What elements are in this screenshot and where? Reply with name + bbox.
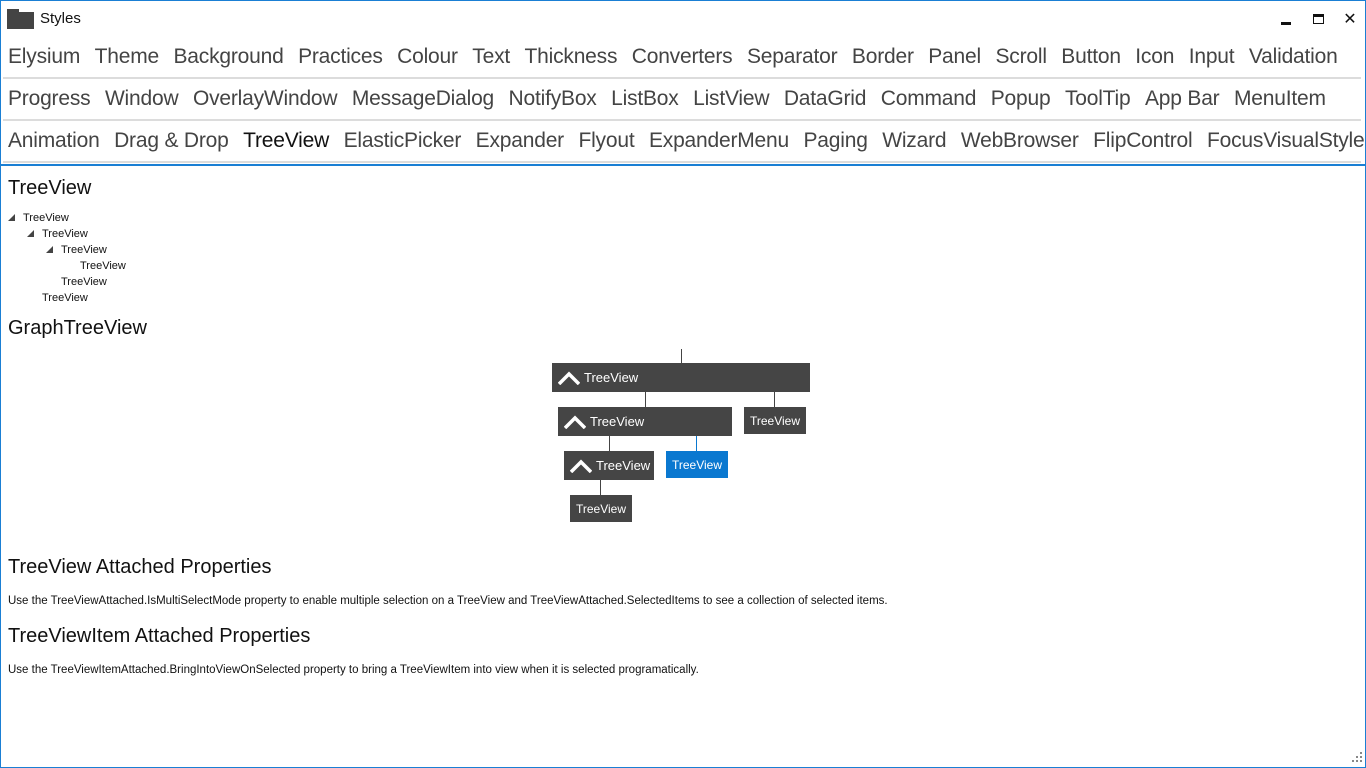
nav-tab-webbrowser[interactable]: WebBrowser xyxy=(961,121,1079,161)
item-attached-properties-text: Use the TreeViewItemAttached.BringIntoVi… xyxy=(8,664,699,676)
nav-tab-input[interactable]: Input xyxy=(1189,37,1235,77)
graph-node-grandchild-a[interactable]: TreeView xyxy=(564,451,654,480)
nav-tab-validation[interactable]: Validation xyxy=(1249,37,1338,77)
nav-tab-overlaywindow[interactable]: OverlayWindow xyxy=(193,79,338,119)
nav-tab-icon[interactable]: Icon xyxy=(1135,37,1174,77)
nav-tab-theme[interactable]: Theme xyxy=(95,37,160,77)
nav-tab-flipcontrol[interactable]: FlipControl xyxy=(1093,121,1193,161)
connector-line xyxy=(609,436,610,451)
close-icon: ✕ xyxy=(1343,11,1357,28)
maximize-button[interactable] xyxy=(1306,7,1330,31)
nav-tab-command[interactable]: Command xyxy=(881,79,977,119)
nav-tab-menuitem[interactable]: MenuItem xyxy=(1234,79,1326,119)
content-area: TreeView TreeView TreeView TreeView TreeVie… xyxy=(1,166,1365,766)
nav-tab-wizard[interactable]: Wizard xyxy=(882,121,946,161)
nav-tab-focusvisualstyle[interactable]: FocusVisualStyle xyxy=(1207,121,1365,161)
nav-tab-scroll[interactable]: Scroll xyxy=(995,37,1047,77)
graph-node-grandchild-b-selected[interactable]: TreeView xyxy=(666,451,729,478)
minimize-icon xyxy=(1281,21,1291,25)
window-title: Styles xyxy=(40,10,81,27)
nav-row-3: Animation Drag & Drop TreeView ElasticPicke… xyxy=(1,121,1365,163)
nav-tab-tooltip[interactable]: ToolTip xyxy=(1065,79,1131,119)
nav-tab-converters[interactable]: Converters xyxy=(632,37,733,77)
item-attached-properties-heading: TreeViewItem Attached Properties xyxy=(8,625,311,647)
nav-tab-listview[interactable]: ListView xyxy=(693,79,769,119)
connector-line xyxy=(645,392,646,407)
nav-tab-treeview[interactable]: TreeView xyxy=(237,121,337,163)
app-window: Styles ✕ Elysium Theme Background Practices… xyxy=(0,0,1366,768)
nav-tab-flyout[interactable]: Flyout xyxy=(578,121,634,161)
chevron-up-icon xyxy=(564,415,586,429)
nav-tab-thickness[interactable]: Thickness xyxy=(525,37,618,77)
nav-tab-app-bar[interactable]: App Bar xyxy=(1145,79,1220,119)
graph-node-label: TreeView xyxy=(590,414,645,429)
nav-tab-practices[interactable]: Practices xyxy=(298,37,383,77)
connector-line xyxy=(681,349,682,363)
nav-tab-separator[interactable]: Separator xyxy=(747,37,838,77)
graph-treeview: TreeView TreeView TreeView TreeView Tree… xyxy=(1,166,1365,566)
connector-line-selected xyxy=(696,436,697,451)
graph-node-root[interactable]: TreeView xyxy=(552,363,810,392)
graph-node-great-grandchild[interactable]: TreeView xyxy=(570,495,633,522)
nav-tab-animation[interactable]: Animation xyxy=(8,121,100,161)
graph-node-child-a[interactable]: TreeView xyxy=(558,407,732,436)
connector-line xyxy=(774,392,775,407)
nav-tab-notifybox[interactable]: NotifyBox xyxy=(509,79,597,119)
nav-tab-background[interactable]: Background xyxy=(173,37,283,77)
nav-tab-elasticpicker[interactable]: ElasticPicker xyxy=(344,121,462,161)
attached-properties-heading: TreeView Attached Properties xyxy=(8,556,272,578)
nav-tab-popup[interactable]: Popup xyxy=(991,79,1051,119)
nav-tab-border[interactable]: Border xyxy=(852,37,914,77)
graph-node-label: TreeView xyxy=(584,370,639,385)
graph-node-label: TreeView xyxy=(672,457,723,472)
nav-row-1: Elysium Theme Background Practices Colour Tex… xyxy=(1,37,1365,79)
nav-tab-drag-drop[interactable]: Drag & Drop xyxy=(114,121,229,161)
chevron-up-icon xyxy=(558,371,580,385)
nav-tab-window[interactable]: Window xyxy=(105,79,179,119)
nav-tab-listbox[interactable]: ListBox xyxy=(611,79,679,119)
nav-tab-expandermenu[interactable]: ExpanderMenu xyxy=(649,121,789,161)
minimize-button[interactable] xyxy=(1274,7,1298,31)
nav-tab-colour[interactable]: Colour xyxy=(397,37,458,77)
nav-tab-panel[interactable]: Panel xyxy=(928,37,981,77)
close-button[interactable]: ✕ xyxy=(1338,7,1362,31)
nav-tab-messagedialog[interactable]: MessageDialog xyxy=(352,79,494,119)
resize-grip[interactable] xyxy=(1350,752,1362,764)
graph-node-label: TreeView xyxy=(750,413,801,428)
folder-icon xyxy=(7,9,34,29)
graph-node-child-b[interactable]: TreeView xyxy=(744,407,807,434)
nav-tab-button[interactable]: Button xyxy=(1061,37,1121,77)
attached-properties-text: Use the TreeViewAttached.IsMultiSelectMo… xyxy=(8,595,888,607)
maximize-icon xyxy=(1312,14,1324,24)
nav-tab-datagrid[interactable]: DataGrid xyxy=(784,79,867,119)
nav-tab-progress[interactable]: Progress xyxy=(8,79,91,119)
chevron-up-icon xyxy=(570,459,592,473)
nav-tab-paging[interactable]: Paging xyxy=(804,121,868,161)
connector-line xyxy=(600,480,601,495)
graph-node-label: TreeView xyxy=(576,501,627,516)
nav-tab-elysium[interactable]: Elysium xyxy=(8,37,80,77)
nav-tab-text[interactable]: Text xyxy=(472,37,510,77)
nav-tab-expander[interactable]: Expander xyxy=(476,121,564,161)
graph-node-label: TreeView xyxy=(596,458,651,473)
title-bar[interactable]: Styles ✕ xyxy=(1,1,1365,37)
nav-row-2: Progress Window OverlayWindow MessageDialog… xyxy=(1,79,1365,121)
